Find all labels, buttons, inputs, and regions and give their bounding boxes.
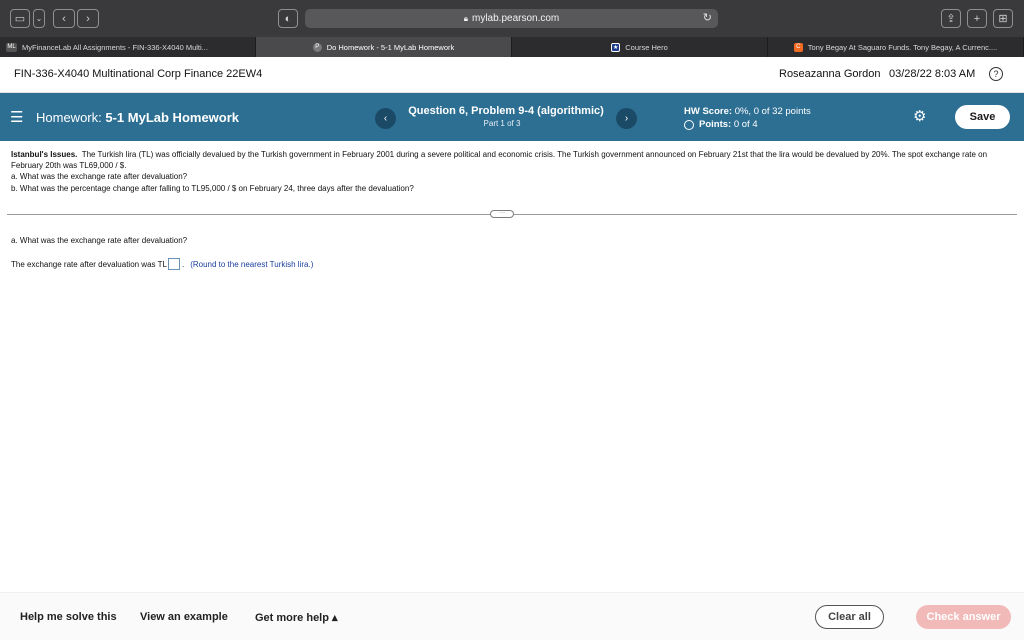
- new-tab-button[interactable]: +: [967, 9, 987, 28]
- problem-heading: Istanbul's Issues.: [11, 150, 78, 159]
- tab-do-homework[interactable]: P Do Homework - 5-1 MyLab Homework: [256, 37, 512, 57]
- sidebar-dropdown-button[interactable]: ⌄: [33, 9, 45, 28]
- exchange-rate-input[interactable]: [167, 258, 180, 270]
- mylab-favicon-icon: ML: [6, 42, 17, 52]
- answer-suffix: .: [181, 259, 185, 269]
- help-icon[interactable]: ?: [989, 67, 1003, 81]
- chegg-favicon-icon: C: [793, 42, 803, 52]
- hw-score-value: 0%, 0 of 32 points: [734, 106, 811, 117]
- question-part: Part 1 of 3: [483, 119, 521, 128]
- course-title: FIN-336-X4040 Multinational Corp Finance…: [14, 68, 263, 80]
- sidebar-toggle-button[interactable]: ▭: [10, 9, 30, 28]
- next-question-button[interactable]: ›: [616, 108, 637, 129]
- part-a-question: a. What was the exchange rate after deva…: [11, 236, 188, 245]
- view-example-button[interactable]: View an example: [140, 611, 228, 623]
- help-me-solve-button[interactable]: Help me solve this: [20, 611, 117, 623]
- course-header: FIN-336-X4040 Multinational Corp Finance…: [0, 57, 1024, 93]
- problem-question-b: b. What was the percentage change after …: [11, 183, 414, 193]
- question-points: Points: 0 of 4: [684, 119, 758, 130]
- browser-tabs: ML MyFinanceLab All Assignments - FIN-33…: [0, 37, 1024, 57]
- homework-title: Homework: 5-1 MyLab Homework: [36, 110, 239, 125]
- reload-icon[interactable]: ↻: [703, 11, 712, 24]
- points-circle-icon: [684, 119, 694, 130]
- back-button[interactable]: ‹: [53, 9, 75, 28]
- user-name: Roseazanna Gordon: [779, 68, 881, 80]
- tab-course-hero[interactable]: ★ Course Hero: [512, 37, 768, 57]
- url-text: mylab.pearson.com: [472, 13, 560, 24]
- check-answer-button[interactable]: Check answer: [916, 605, 1011, 629]
- tab-label: MyFinanceLab All Assignments - FIN-336-X…: [22, 42, 208, 52]
- divider-handle[interactable]: ···: [490, 210, 514, 218]
- points-value: 0 of 4: [733, 119, 758, 130]
- answer-line: The exchange rate after devaluation was …: [11, 258, 313, 270]
- tab-label: Tony Begay At Saguaro Funds. Tony Begay,…: [807, 42, 998, 52]
- previous-question-button[interactable]: ‹: [375, 108, 396, 129]
- tab-overview-button[interactable]: ⊞: [993, 9, 1013, 28]
- get-more-help-button[interactable]: Get more help ▴: [255, 611, 338, 624]
- question-title: Question 6, Problem 9-4 (algorithmic): [408, 105, 604, 117]
- problem-statement: Istanbul's Issues. The Turkish lira (TL)…: [11, 149, 1011, 194]
- help-footer: Help me solve this View an example Get m…: [0, 592, 1024, 640]
- answer-prefix: The exchange rate after devaluation was …: [11, 259, 167, 269]
- tab-tony-begay[interactable]: C Tony Begay At Saguaro Funds. Tony Bega…: [768, 37, 1024, 57]
- address-bar[interactable]: 🔒︎ mylab.pearson.com ↻: [305, 9, 718, 28]
- forward-button[interactable]: ›: [77, 9, 99, 28]
- share-button[interactable]: ⇪: [941, 9, 961, 28]
- problem-question-a: a. What was the exchange rate after deva…: [11, 172, 188, 182]
- menu-icon[interactable]: ☰: [10, 108, 23, 126]
- privacy-shield-icon[interactable]: ◐: [278, 9, 298, 28]
- homework-bar: ☰ Homework: 5-1 MyLab Homework ‹ Questio…: [0, 93, 1024, 141]
- problem-body: The Turkish lira (TL) was officially dev…: [11, 150, 988, 171]
- course-hero-favicon-icon: ★: [611, 42, 621, 52]
- settings-gear-icon[interactable]: ⚙: [913, 107, 926, 125]
- lock-icon: 🔒︎: [463, 13, 468, 23]
- pearson-favicon-icon: P: [312, 42, 322, 52]
- save-button[interactable]: Save: [955, 105, 1010, 129]
- points-label: Points:: [699, 119, 732, 130]
- hw-score-label: HW Score:: [684, 106, 733, 117]
- rounding-note: (Round to the nearest Turkish lira.): [190, 259, 314, 269]
- clear-all-button[interactable]: Clear all: [815, 605, 884, 629]
- hw-score: HW Score: 0%, 0 of 32 points: [684, 106, 811, 117]
- tab-label: Course Hero: [625, 42, 668, 52]
- tab-label: Do Homework - 5-1 MyLab Homework: [326, 42, 455, 52]
- tab-mylab-assignments[interactable]: ML MyFinanceLab All Assignments - FIN-33…: [0, 37, 256, 57]
- homework-prefix: Homework:: [36, 110, 102, 125]
- datetime: 03/28/22 8:03 AM: [889, 68, 976, 80]
- homework-name: 5-1 MyLab Homework: [105, 110, 240, 125]
- browser-toolbar: ▭ ⌄ ‹ › ◐ 🔒︎ mylab.pearson.com ↻ ⇪ + ⊞: [0, 0, 1024, 37]
